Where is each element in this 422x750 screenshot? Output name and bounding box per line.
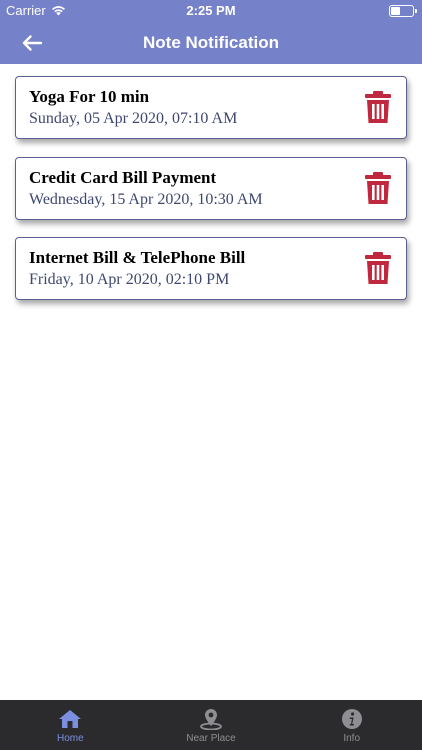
home-icon	[59, 710, 82, 728]
notification-date: Wednesday, 15 Apr 2020, 10:30 AM	[29, 191, 263, 208]
app-header: Carrier 2:25 PM Note Notification	[0, 0, 422, 64]
nav-bar: Note Notification	[0, 22, 422, 64]
notification-card[interactable]: Yoga For 10 min Sunday, 05 Apr 2020, 07:…	[15, 76, 407, 139]
delete-button[interactable]	[364, 90, 392, 124]
tab-near-place[interactable]: Near Place	[141, 700, 282, 750]
trash-icon	[365, 91, 391, 123]
notification-title: Credit Card Bill Payment	[29, 168, 217, 187]
page-title: Note Notification	[143, 33, 279, 52]
notification-date: Friday, 10 Apr 2020, 02:10 PM	[29, 271, 230, 288]
trash-icon	[365, 172, 391, 204]
notification-title: Internet Bill & TelePhone Bill	[29, 248, 246, 267]
notification-card[interactable]: Internet Bill & TelePhone Bill Friday, 1…	[15, 237, 407, 300]
tab-bar: Home Near Place Info	[0, 700, 422, 750]
trash-icon	[365, 252, 391, 284]
location-pin-icon	[200, 709, 222, 730]
info-icon	[341, 709, 362, 729]
tab-label: Near Place	[186, 733, 236, 744]
status-bar: Carrier 2:25 PM	[0, 0, 422, 22]
tab-label: Info	[343, 733, 361, 744]
status-time: 2:25 PM	[186, 3, 236, 18]
notification-title: Yoga For 10 min	[29, 87, 150, 106]
tab-label: Home	[56, 733, 84, 744]
tab-home[interactable]: Home	[0, 700, 141, 750]
delete-button[interactable]	[364, 251, 392, 285]
notification-card[interactable]: Credit Card Bill Payment Wednesday, 15 A…	[15, 157, 407, 220]
tab-info[interactable]: Info	[281, 700, 422, 750]
battery-icon	[389, 5, 417, 17]
notification-date: Sunday, 05 Apr 2020, 07:10 AM	[29, 110, 238, 127]
delete-button[interactable]	[364, 171, 392, 205]
